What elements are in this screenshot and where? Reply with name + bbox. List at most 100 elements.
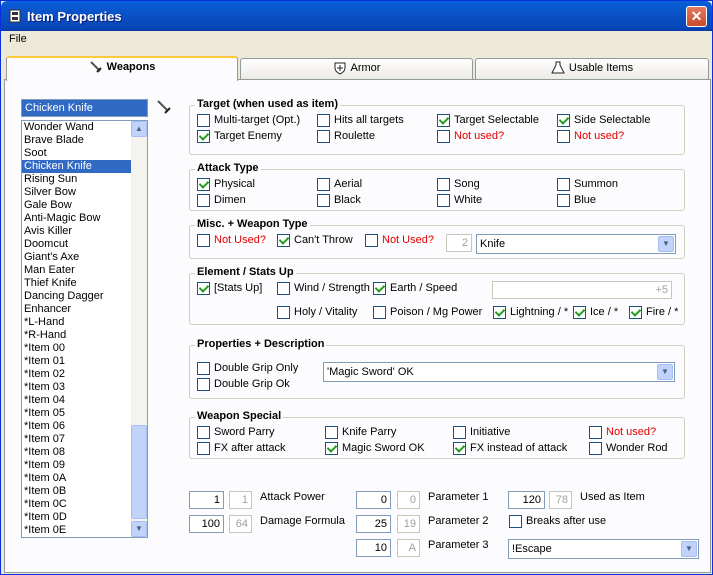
list-item[interactable]: *Item 0E — [22, 524, 147, 537]
target-enemy-checkbox[interactable]: Target Enemy — [197, 130, 282, 144]
item-list[interactable]: Wonder Wand Brave Blade Soot Chicken Knife R… — [21, 120, 148, 538]
dimen-checkbox[interactable]: Dimen — [197, 194, 246, 208]
list-item[interactable]: *Item 07 — [22, 433, 147, 446]
misc-unused-1-checkbox[interactable]: Not Used? — [197, 234, 266, 248]
chevron-down-icon[interactable]: ▼ — [681, 541, 697, 557]
list-item[interactable]: *Item 0A — [22, 472, 147, 485]
physical-checkbox[interactable]: Physical — [197, 178, 255, 192]
element-title: Element / Stats Up — [195, 266, 296, 278]
list-item[interactable]: Silver Bow — [22, 186, 147, 199]
parameter-3-label: Parameter 3 — [428, 539, 489, 551]
list-item[interactable]: *Item 06 — [22, 420, 147, 433]
fx-after-attack-checkbox[interactable]: FX after attack — [197, 442, 286, 456]
earth-checkbox[interactable]: Earth / Speed — [373, 282, 457, 296]
ice-checkbox[interactable]: Ice / * — [573, 306, 618, 320]
target-unused-1-checkbox[interactable]: Not used? — [437, 130, 504, 144]
roulette-checkbox[interactable]: Roulette — [317, 130, 375, 144]
knife-parry-checkbox[interactable]: Knife Parry — [325, 426, 396, 440]
stats-up-checkbox[interactable]: [Stats Up] — [197, 282, 262, 296]
list-item[interactable]: *Item 05 — [22, 407, 147, 420]
sword-edit-icon[interactable] — [156, 99, 172, 115]
list-scrollbar[interactable]: ▲ ▼ — [131, 121, 147, 537]
list-item[interactable]: Man Eater — [22, 264, 147, 277]
holy-checkbox[interactable]: Holy / Vitality — [277, 306, 357, 320]
double-grip-only-checkbox[interactable]: Double Grip Only — [197, 362, 298, 376]
list-item[interactable]: Wonder Wand — [22, 121, 147, 134]
hits-all-checkbox[interactable]: Hits all targets — [317, 114, 404, 128]
breaks-after-use-checkbox[interactable]: Breaks after use — [509, 515, 606, 529]
list-item[interactable]: *Item 02 — [22, 368, 147, 381]
parameter-2-label: Parameter 2 — [428, 515, 489, 527]
list-item[interactable]: *Item 09 — [22, 459, 147, 472]
double-grip-ok-checkbox[interactable]: Double Grip Ok — [197, 378, 290, 392]
tab-weapons[interactable]: Weapons — [6, 56, 238, 81]
description-select[interactable]: 'Magic Sword' OK ▼ — [323, 362, 675, 382]
blue-checkbox[interactable]: Blue — [557, 194, 596, 208]
list-item[interactable]: *L-Hand — [22, 316, 147, 329]
damage-formula-field[interactable]: 100 — [189, 515, 224, 533]
list-item[interactable]: Rising Sun — [22, 173, 147, 186]
initiative-checkbox[interactable]: Initiative — [453, 426, 510, 440]
list-item[interactable]: *Item 08 — [22, 446, 147, 459]
close-button[interactable]: ✕ — [686, 6, 707, 27]
attack-power-field[interactable]: 1 — [189, 491, 224, 509]
magic-sword-ok-checkbox[interactable]: Magic Sword OK — [325, 442, 425, 456]
misc-unused-2-checkbox[interactable]: Not Used? — [365, 234, 434, 248]
white-checkbox[interactable]: White — [437, 194, 482, 208]
list-item[interactable]: Enhancer — [22, 303, 147, 316]
list-item[interactable]: *Item 03 — [22, 381, 147, 394]
cant-throw-checkbox[interactable]: Can't Throw — [277, 234, 353, 248]
wonder-rod-checkbox[interactable]: Wonder Rod — [589, 442, 668, 456]
target-unused-2-checkbox[interactable]: Not used? — [557, 130, 624, 144]
tab-armor[interactable]: Armor — [240, 58, 473, 79]
title-bar[interactable]: Item Properties ✕ — [1, 1, 712, 31]
list-item[interactable]: Anti-Magic Bow — [22, 212, 147, 225]
weapon-type-select[interactable]: Knife ▼ — [476, 234, 676, 254]
list-item[interactable]: *Item 0D — [22, 511, 147, 524]
parameter-3-field[interactable]: 10 — [356, 539, 391, 557]
list-item[interactable]: *Item 04 — [22, 394, 147, 407]
parameter-1-field[interactable]: 0 — [356, 491, 391, 509]
parameter-2-field[interactable]: 25 — [356, 515, 391, 533]
list-item[interactable]: *Item 0C — [22, 498, 147, 511]
list-item[interactable]: Soot — [22, 147, 147, 160]
target-selectable-checkbox[interactable]: Target Selectable — [437, 114, 539, 128]
tab-usable-items[interactable]: Usable Items — [475, 58, 709, 79]
menu-bar: File — [1, 31, 712, 49]
attack-type-title: Attack Type — [195, 162, 261, 174]
scroll-down-icon[interactable]: ▼ — [131, 521, 147, 537]
list-item[interactable]: Giant's Axe — [22, 251, 147, 264]
list-item[interactable]: Brave Blade — [22, 134, 147, 147]
used-as-item-field[interactable]: 120 — [508, 491, 545, 509]
list-item[interactable]: Gale Bow — [22, 199, 147, 212]
sword-parry-checkbox[interactable]: Sword Parry — [197, 426, 275, 440]
list-item[interactable]: Dancing Dagger — [22, 290, 147, 303]
list-item[interactable]: Chicken Knife — [22, 160, 147, 173]
list-item[interactable]: Doomcut — [22, 238, 147, 251]
black-checkbox[interactable]: Black — [317, 194, 361, 208]
special-unused-checkbox[interactable]: Not used? — [589, 426, 656, 440]
aerial-checkbox[interactable]: Aerial — [317, 178, 362, 192]
scroll-up-icon[interactable]: ▲ — [131, 121, 147, 137]
lightning-checkbox[interactable]: Lightning / * — [493, 306, 568, 320]
chevron-down-icon[interactable]: ▼ — [657, 364, 673, 380]
spell-select[interactable]: !Escape ▼ — [508, 539, 699, 559]
scroll-thumb[interactable] — [131, 425, 147, 519]
fire-checkbox[interactable]: Fire / * — [629, 306, 678, 320]
list-item[interactable]: *Item 00 — [22, 342, 147, 355]
list-item[interactable]: *Item 01 — [22, 355, 147, 368]
menu-file[interactable]: File — [9, 33, 27, 45]
list-item[interactable]: Avis Killer — [22, 225, 147, 238]
fx-instead-checkbox[interactable]: FX instead of attack — [453, 442, 567, 456]
wind-checkbox[interactable]: Wind / Strength — [277, 282, 370, 296]
list-item[interactable]: *R-Hand — [22, 329, 147, 342]
search-input[interactable]: Chicken Knife — [21, 99, 148, 117]
multi-target-checkbox[interactable]: Multi-target (Opt.) — [197, 114, 300, 128]
song-checkbox[interactable]: Song — [437, 178, 480, 192]
summon-checkbox[interactable]: Summon — [557, 178, 618, 192]
list-item[interactable]: *Item 0B — [22, 485, 147, 498]
side-selectable-checkbox[interactable]: Side Selectable — [557, 114, 650, 128]
poison-checkbox[interactable]: Poison / Mg Power — [373, 306, 482, 320]
chevron-down-icon[interactable]: ▼ — [658, 236, 674, 252]
list-item[interactable]: Thief Knife — [22, 277, 147, 290]
